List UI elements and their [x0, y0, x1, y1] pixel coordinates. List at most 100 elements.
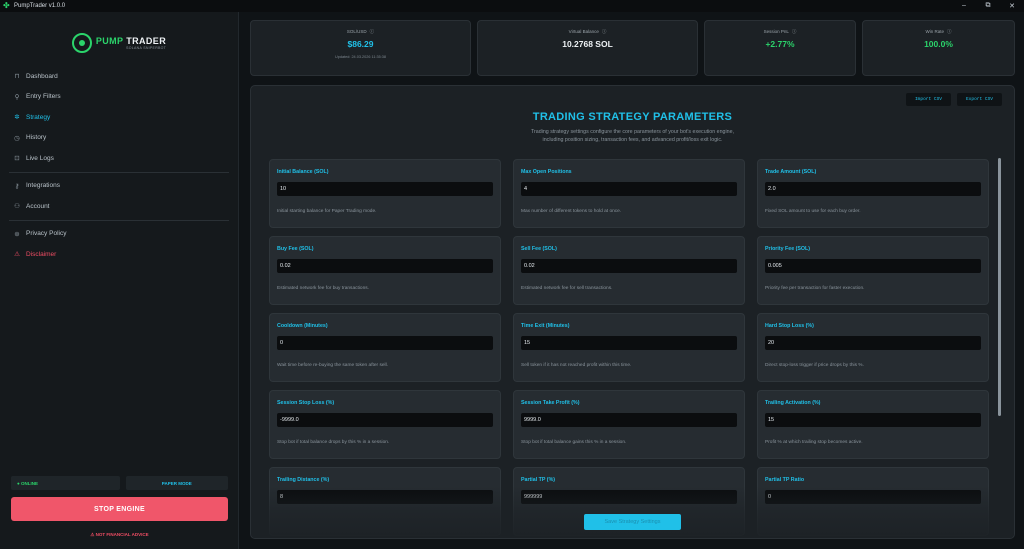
parameter-help-text: Initial starting balance for Paper Tradi… [277, 209, 377, 214]
parameter-label: Trailing Activation (%) [765, 400, 821, 406]
engine-status-row: ● ONLINE PAPER MODE [11, 476, 228, 490]
sidebar-item-account[interactable]: ⚇ Account [0, 196, 238, 217]
close-icon[interactable]: ✕ [1000, 2, 1024, 10]
dashboard-icon: ⊓ [14, 73, 20, 81]
parameter-help-text: Direct stop-loss trigger if price drops … [765, 363, 864, 368]
stat-value: 10.2768 SOL [562, 39, 613, 49]
parameter-card: Max Open Positions 4 Max number of differe… [513, 159, 745, 228]
paper-mode-badge[interactable]: PAPER MODE [125, 476, 228, 490]
parameter-input[interactable]: -9999.0 [277, 413, 493, 427]
stat-card-session-pnl: Session PnL ⓘ +2.77% [704, 20, 856, 76]
parameter-input[interactable]: 2.0 [765, 182, 981, 196]
sidebar-item-label: History [26, 134, 47, 142]
stat-label: SOL/USD ⓘ [346, 29, 375, 34]
brand-logo: PUMP TRADER SOLANA SNIPERBOT [0, 22, 238, 64]
parameter-input[interactable]: 0.02 [521, 259, 737, 273]
parameter-input[interactable]: 15 [521, 336, 737, 350]
window-title: PumpTrader v1.0.0 [14, 3, 66, 9]
save-strategy-button[interactable]: Save Strategy Settings [584, 514, 681, 530]
parameter-card: Session Take Profit (%) 9999.0 Stop bot if… [513, 390, 745, 459]
parameter-input[interactable]: 8 [277, 490, 493, 504]
sidebar-item-integrations[interactable]: ⚷ Integrations [0, 176, 238, 197]
info-icon: ⓘ [947, 29, 952, 34]
stat-card-virtual-balance: Virtual Balance ⓘ 10.2768 SOL [477, 20, 698, 76]
sidebar-item-label: Privacy Policy [26, 230, 67, 238]
parameter-grid: Initial Balance (SOL) 10 Initial starting … [269, 159, 992, 536]
parameter-help-text: Estimated network fee for buy transactio… [277, 286, 369, 291]
stat-label: Session PnL ⓘ [763, 29, 797, 34]
parameter-help-text: Profit % at which trailing stop becomes … [765, 440, 863, 445]
sidebar-item-strategy[interactable]: ✲ Strategy [0, 107, 238, 128]
page-description: Trading strategy settings configure the … [530, 129, 735, 143]
parameter-label: Buy Fee (SOL) [277, 246, 314, 252]
parameter-input[interactable]: 0 [765, 490, 981, 504]
parameter-input[interactable]: 15 [765, 413, 981, 427]
sidebar-item-label: Dashboard [26, 72, 58, 80]
info-icon: ⓘ [369, 29, 375, 34]
nav-divider [9, 219, 229, 221]
parameter-input[interactable]: 9999.0 [521, 413, 737, 427]
parameter-card: Sell Fee (SOL) 0.02 Estimated network fee … [513, 236, 745, 305]
parameter-label: Trailing Distance (%) [277, 477, 330, 483]
sidebar-item-label: Entry Filters [26, 93, 61, 101]
parameter-label: Cooldown (Minutes) [277, 323, 328, 329]
parameter-label: Sell Fee (SOL) [521, 246, 557, 252]
sidebar-item-privacy-policy[interactable]: ⊛ Privacy Policy [0, 224, 238, 245]
parameter-input[interactable]: 10 [277, 182, 493, 196]
warning-icon: ⚠ [14, 251, 20, 259]
parameter-input[interactable]: 20 [765, 336, 981, 350]
parameter-input[interactable]: 0.005 [765, 259, 981, 273]
parameter-card: Time Exit (Minutes) 15 Sell token if it ha… [513, 313, 745, 382]
sidebar-item-live-logs[interactable]: ⊡ Live Logs [0, 148, 238, 169]
maximize-icon[interactable]: ⧉ [976, 2, 1000, 10]
parameter-label: Trade Amount (SOL) [765, 169, 817, 175]
parameter-card: Trailing Activation (%) 15 Profit % at whi… [757, 390, 989, 459]
parameter-input[interactable]: 0 [277, 336, 493, 350]
window-controls: – ⧉ ✕ [952, 2, 1024, 10]
crosshair-logo-icon [71, 33, 92, 53]
stat-value: 100.0% [924, 39, 953, 49]
sidebar-item-label: Account [26, 202, 50, 210]
scrollbar[interactable] [998, 158, 1001, 416]
parameter-card: Initial Balance (SOL) 10 Initial starting … [269, 159, 501, 228]
parameter-input[interactable]: 999999 [521, 490, 737, 504]
parameter-card: Buy Fee (SOL) 0.02 Estimated network fee f… [269, 236, 501, 305]
parameter-label: Max Open Positions [521, 169, 572, 175]
parameter-help-text: Fixed SOL amount to use for each buy ord… [765, 209, 861, 214]
parameter-card: Trailing Distance (%) 8 [269, 467, 501, 536]
stop-engine-button[interactable]: STOP ENGINE [11, 497, 228, 521]
export-csv-button[interactable]: Export CSV [956, 93, 1002, 106]
sidebar-item-disclaimer[interactable]: ⚠ Disclaimer [0, 244, 238, 265]
parameter-card: Hard Stop Loss (%) 20 Direct stop-loss tri… [757, 313, 989, 382]
brand-name: PUMP TRADER [95, 36, 167, 46]
sidebar-item-entry-filters[interactable]: ⚲ Entry Filters [0, 87, 238, 108]
sidebar-item-label: Live Logs [26, 154, 54, 162]
parameter-label: Partial TP (%) [521, 477, 556, 483]
parameter-card: Cooldown (Minutes) 0 Wait time before re-b… [269, 313, 501, 382]
parameter-label: Partial TP Ratio [765, 477, 805, 483]
clock-icon: ◷ [14, 134, 20, 142]
parameter-input[interactable]: 0.02 [277, 259, 493, 273]
parameter-input[interactable]: 4 [521, 182, 737, 196]
plug-icon: ⚷ [14, 182, 20, 190]
lock-icon: ⊛ [14, 230, 20, 238]
import-csv-button[interactable]: Import CSV [905, 93, 951, 106]
app-icon: ✤ [3, 1, 10, 10]
sidebar-item-history[interactable]: ◷ History [0, 128, 238, 149]
minimize-icon[interactable]: – [952, 2, 976, 10]
sidebar-item-dashboard[interactable]: ⊓ Dashboard [0, 66, 238, 87]
stat-card-sol-usd: SOL/USD ⓘ $86.29 Updated: 24.03.2026 11:3… [250, 20, 471, 76]
not-financial-advice-note: ⚠ NOT FINANCIAL ADVICE [90, 532, 149, 537]
info-icon: ⓘ [601, 29, 607, 34]
sidebar-nav: ⊓ Dashboard ⚲ Entry Filters ✲ Strategy ◷… [0, 66, 238, 265]
parameter-help-text: Stop bot if total balance gains this % i… [521, 440, 627, 445]
parameter-label: Session Stop Loss (%) [277, 400, 335, 406]
csv-buttons: Import CSV Export CSV [905, 93, 1002, 106]
stat-updated-time: Updated: 24.03.2026 11:35:38 [334, 55, 387, 59]
stat-label: Virtual Balance ⓘ [568, 29, 607, 34]
sidebar-item-label: Disclaimer [26, 250, 57, 258]
online-status-badge: ● ONLINE [11, 476, 120, 490]
stat-card-win-rate: Win Rate ⓘ 100.0% [862, 20, 1015, 76]
filter-icon: ⚲ [14, 93, 20, 101]
stat-label: Win Rate ⓘ [925, 29, 952, 34]
